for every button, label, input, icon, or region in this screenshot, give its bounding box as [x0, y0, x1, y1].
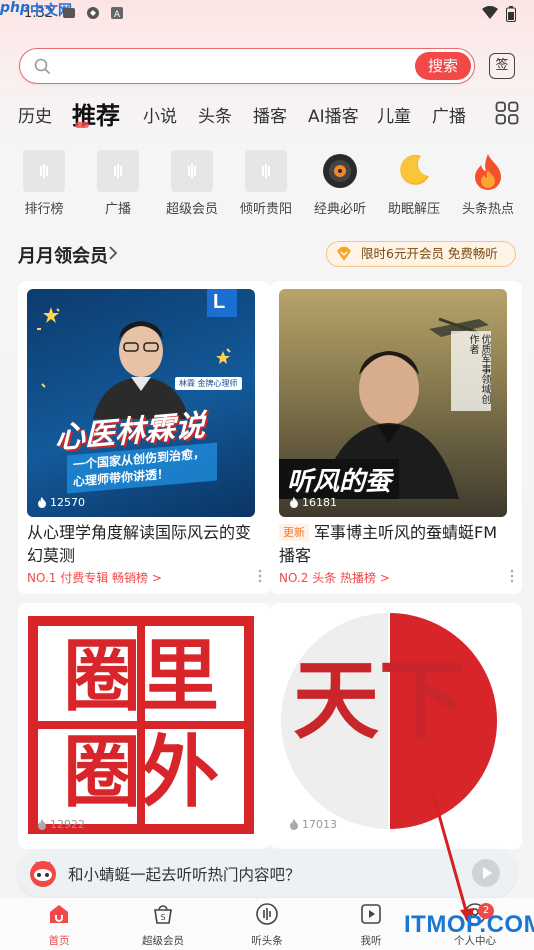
quick-link-label: 头条热点	[461, 202, 514, 217]
flame-icon	[38, 818, 46, 830]
play-count: 12570	[37, 496, 85, 509]
flame-icon	[467, 150, 509, 192]
quick-link-radio[interactable]: 广播	[87, 150, 149, 217]
play-count: 16181	[289, 496, 337, 509]
seal-title: 圈里圈外	[62, 632, 219, 818]
tab-ai-podcast[interactable]: AI播客	[308, 102, 359, 127]
rank-link[interactable]: NO.1 付费专辑 畅销榜 >	[27, 569, 162, 586]
tab-headlines[interactable]: 头条	[198, 102, 232, 127]
chevron-right-icon[interactable]	[107, 245, 119, 261]
album-title: 更新 军事博主听风的蚕蜻蜓FM播客	[279, 523, 498, 565]
tab-novel[interactable]: 小说	[143, 102, 177, 127]
album-card-psychology[interactable]: L 林霖 金牌心理师 心医林霖说 一个国家从创伤到治愈，心理师带你讲透！ 125…	[18, 281, 270, 594]
grid-menu-icon[interactable]	[495, 101, 519, 125]
quick-link-label: 排行榜	[24, 202, 64, 217]
album-card-seal-1[interactable]: 圈里圈外 12922	[18, 603, 270, 849]
notification-icon	[63, 8, 75, 18]
update-tag: 更新	[279, 524, 309, 541]
seal-title: 天下	[293, 651, 465, 751]
cover-subtitle: 优质军事领域创作者	[451, 331, 491, 411]
svg-text:S: S	[160, 913, 165, 922]
quick-link-label: 广播	[104, 202, 131, 217]
quick-link-sleep[interactable]: 助眠解压	[383, 150, 445, 217]
sign-in-button[interactable]: 签	[489, 53, 515, 79]
app-status-icon	[87, 7, 99, 19]
wifi-icon	[482, 6, 498, 19]
nav-home[interactable]: 首页	[24, 902, 94, 948]
assistant-banner[interactable]: 和小蜻蜓一起去听听热门内容吧？	[18, 849, 516, 897]
play-icon	[483, 867, 492, 879]
quick-link-classics[interactable]: 经典必听	[309, 150, 371, 217]
quick-link-label: 经典必听	[313, 202, 366, 217]
play-count: 12922	[37, 818, 85, 831]
a-status-icon: A	[111, 7, 123, 20]
nav-news-audio[interactable]: 听头条	[232, 902, 302, 948]
album-cover[interactable]: 圈里圈外 12922	[27, 611, 255, 839]
watermark-php: php	[0, 0, 31, 16]
more-options-icon[interactable]	[510, 569, 514, 583]
quick-link-ranking[interactable]: 排行榜	[13, 150, 75, 217]
vinyl-record-icon	[319, 150, 361, 192]
home-icon	[50, 905, 68, 923]
flame-icon	[290, 496, 298, 508]
flame-icon	[38, 496, 46, 508]
play-count: 17013	[289, 818, 337, 831]
section-title[interactable]: 月月领会员	[18, 242, 108, 268]
rank-link[interactable]: NO.2 头条 热播榜 >	[279, 569, 390, 586]
quick-link-hot[interactable]: 头条热点	[457, 150, 519, 217]
tab-radio[interactable]: 广播	[432, 102, 466, 127]
my-listen-icon	[361, 904, 381, 924]
quick-link-city-audio[interactable]: 倾听贵阳	[235, 150, 297, 217]
album-cover[interactable]: 优质军事领域创作者 听风的蚕 16181	[279, 289, 507, 517]
ranking-icon	[23, 150, 65, 192]
status-bar: 1:32 php 中文网 A	[0, 0, 534, 28]
news-audio-icon	[256, 903, 278, 925]
album-cover[interactable]: L 林霖 金牌心理师 心医林霖说 一个国家从创伤到治愈，心理师带你讲透！ 125…	[27, 289, 255, 517]
quick-link-vip[interactable]: 超级会员	[161, 150, 223, 217]
album-cover[interactable]: 天下 17013	[279, 611, 507, 839]
watermark-itmop: ITMOP.COM	[404, 911, 534, 938]
search-icon	[34, 58, 50, 74]
vip-bag-icon: S	[154, 905, 172, 924]
city-audio-icon	[245, 150, 287, 192]
album-card-military[interactable]: 优质军事领域创作者 听风的蚕 16181 更新 军事博主听风的蚕蜻蜓FM播客 NO…	[270, 281, 522, 594]
moon-icon	[393, 150, 435, 192]
banner-play-button[interactable]	[472, 859, 500, 887]
cover-badge: L	[213, 291, 226, 313]
dragonfly-mascot-icon	[30, 861, 56, 887]
tab-podcast[interactable]: 播客	[253, 102, 287, 127]
category-tabs: 历史 推荐 小说 头条 播客 AI播客 儿童 广播	[0, 96, 534, 130]
vip-icon	[171, 150, 213, 192]
svg-text:A: A	[114, 10, 121, 20]
active-tab-indicator	[75, 122, 89, 128]
more-options-icon[interactable]	[258, 569, 262, 583]
search-bar[interactable]: 搜索	[19, 48, 475, 84]
quick-link-label: 超级会员	[165, 202, 218, 217]
search-button[interactable]: 搜索	[415, 52, 471, 80]
banner-text: 和小蜻蜓一起去听听热门内容吧？	[68, 866, 301, 884]
tab-children[interactable]: 儿童	[377, 102, 411, 127]
radio-icon	[97, 150, 139, 192]
nav-my-listen[interactable]: 我听	[336, 902, 406, 948]
vip-promo-pill[interactable]: 限时6元开会员 免费畅听	[326, 241, 516, 267]
nav-vip[interactable]: S 超级会员	[128, 902, 198, 948]
cover-title: 听风的蚕	[287, 467, 392, 497]
album-card-seal-2[interactable]: 天下 17013	[270, 603, 522, 849]
album-title: 从心理学角度解读国际风云的变幻莫测	[27, 523, 252, 565]
flame-icon	[290, 818, 298, 830]
promo-text: 限时6元开会员 免费畅听	[361, 246, 498, 261]
diamond-icon	[337, 247, 351, 261]
cover-tag: 林霖 金牌心理师	[175, 377, 242, 390]
battery-icon	[506, 6, 516, 22]
tab-history[interactable]: 历史	[18, 102, 52, 127]
quick-link-label: 助眠解压	[387, 202, 440, 217]
quick-link-label: 倾听贵阳	[239, 202, 292, 217]
